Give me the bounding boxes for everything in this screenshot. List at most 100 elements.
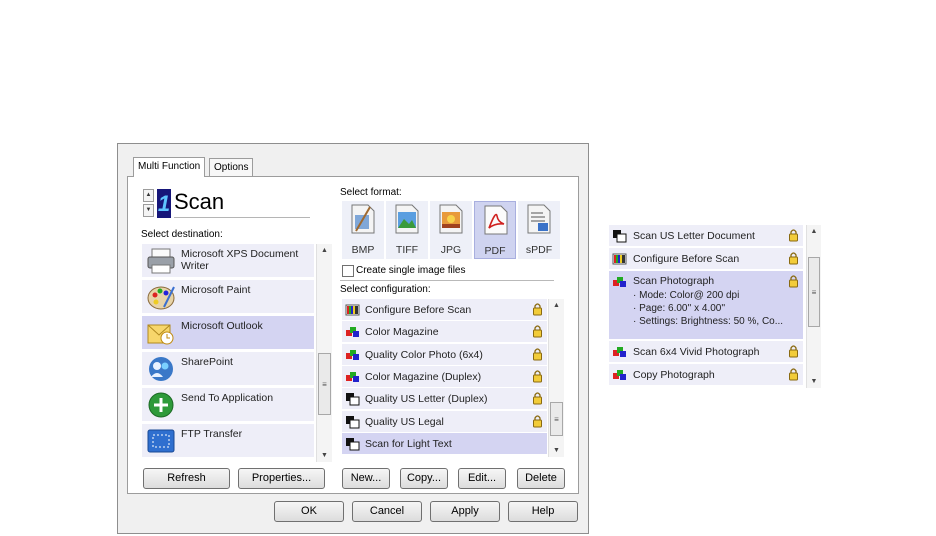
cancel-button[interactable]: Cancel [352,501,422,522]
list-item[interactable]: Send To Application [142,388,314,422]
format-label-text: TIFF [395,244,419,256]
list-item[interactable]: Color Magazine [342,321,547,344]
list-item-label: Quality US Letter (Duplex) [365,393,488,406]
scroll-down-arrow[interactable]: ▼ [549,447,564,454]
refresh-button[interactable]: Refresh [143,468,230,489]
tab-options[interactable]: Options [209,158,254,176]
format-label-text: PDF [484,245,506,257]
list-item-label: Copy Photograph [633,369,715,381]
list-item[interactable]: SharePoint [142,352,314,386]
configuration-list[interactable]: Configure Before Scan Color Magazine Quali… [342,299,564,457]
list-item-label: Microsoft XPS Document Writer [181,248,299,272]
format-label-text: sPDF [525,244,553,256]
list-item-label: Quality US Legal [365,415,444,428]
detail-scrollbar[interactable]: ▲ ≡ ▼ [806,225,821,388]
detail-settings: · Settings: Brightness: 50 %, Co... [633,316,784,327]
copy-config-button[interactable]: Copy... [400,468,448,489]
apply-button[interactable]: Apply [430,501,500,522]
list-item[interactable]: Scan for Light Text [342,432,547,455]
lock-icon [533,303,542,316]
list-item[interactable]: Quality US Letter (Duplex) [342,388,547,411]
destination-list[interactable]: Microsoft XPS Document Writer Microsoft … [142,244,332,462]
scroll-up-arrow[interactable]: ▲ [317,247,332,254]
format-label-text: BMP [351,244,375,256]
list-item[interactable]: Microsoft XPS Document Writer [142,244,314,278]
lock-icon [533,392,542,405]
lock-icon [789,345,798,358]
single-image-checkbox[interactable] [342,265,354,277]
format-jpg[interactable]: JPG [430,201,472,259]
expanded-config-label: Scan Photograph [633,275,715,287]
tiff-file-icon [395,204,419,234]
list-item-label: FTP Transfer [181,428,243,440]
list-item-label: Microsoft Paint [181,284,251,296]
list-item[interactable]: Configure Before Scan [342,299,547,321]
spin-down-button[interactable]: ▼ [143,204,154,217]
divider [340,280,554,281]
format-pdf[interactable]: PDF [474,201,516,259]
list-item-label: Scan for Light Text [365,437,452,450]
scroll-down-arrow[interactable]: ▼ [317,452,332,459]
jpg-file-icon [439,204,463,234]
list-item-label: Configure Before Scan [633,253,740,265]
color-config-icon [346,371,359,382]
button-number-display: 1 [157,189,171,218]
detail-mode: · Mode: Color@ 200 dpi [633,290,740,301]
list-item[interactable]: Color Magazine (Duplex) [342,365,547,388]
scroll-up-arrow[interactable]: ▲ [549,302,564,309]
tab-panel: ▲ ▼ 1 Scan Select destination: Microsoft… [127,176,579,494]
list-item[interactable]: Microsoft Outlook [142,316,314,350]
bw-config-icon [346,415,360,428]
sharepoint-icon [149,357,173,381]
help-button[interactable]: Help [508,501,578,522]
configuration-detail-list[interactable]: Scan US Letter Document Configure Before … [609,225,821,388]
scroll-thumb[interactable]: ≡ [550,402,563,436]
properties-button[interactable]: Properties... [238,468,325,489]
list-item[interactable]: Quality US Legal [342,410,547,433]
format-bmp[interactable]: BMP [342,201,384,259]
spin-up-button[interactable]: ▲ [143,189,154,202]
expanded-config-item[interactable]: Scan Photograph · Mode: Color@ 200 dpi ·… [609,271,803,340]
list-item[interactable]: Copy Photograph [609,364,803,386]
list-item[interactable]: Quality Color Photo (6x4) [342,343,547,366]
bw-config-icon [613,230,627,243]
scroll-thumb[interactable]: ≡ [808,257,820,327]
format-tiff[interactable]: TIFF [386,201,428,259]
list-item[interactable]: Microsoft Paint [142,280,314,314]
pdf-file-icon [484,205,508,235]
outlook-icon [147,324,174,345]
format-label: Select format: [340,187,402,198]
scan-button-name: Scan [174,187,310,218]
list-item[interactable]: Scan US Letter Document [609,225,803,247]
lock-icon [789,229,798,242]
destination-scrollbar[interactable]: ▲ ≡ ▼ [316,244,332,462]
scroll-thumb[interactable]: ≡ [318,353,331,415]
scroll-up-arrow[interactable]: ▲ [807,228,821,235]
tab-multi-function[interactable]: Multi Function [133,157,206,177]
delete-config-button[interactable]: Delete [517,468,565,489]
edit-config-button[interactable]: Edit... [458,468,506,489]
list-item-label: Configure Before Scan [365,304,472,316]
list-item[interactable]: FTP Transfer [142,424,314,458]
format-spdf[interactable]: sPDF [518,201,560,259]
configuration-label: Select configuration: [340,284,431,295]
configure-icon [345,304,360,316]
list-item-label: Color Magazine [365,326,439,339]
color-config-icon [613,370,626,380]
paint-palette-icon [147,286,175,310]
list-item[interactable]: Scan 6x4 Vivid Photograph [609,341,803,363]
color-config-icon [613,347,626,357]
detail-page: · Page: 6.00'' x 4.00'' [633,303,726,314]
ftp-icon [147,429,175,453]
bw-config-icon [346,437,360,451]
list-item-label: Microsoft Outlook [181,320,263,332]
properties-dialog: Multi Function Options ▲ ▼ 1 Scan Select… [117,143,589,534]
new-config-button[interactable]: New... [342,468,390,489]
list-item[interactable]: Configure Before Scan [609,248,803,270]
configuration-scrollbar[interactable]: ▲ ≡ ▼ [548,299,564,457]
ok-button[interactable]: OK [274,501,344,522]
color-config-icon [346,349,359,360]
lock-icon [533,347,542,361]
lock-icon [789,275,798,288]
scroll-down-arrow[interactable]: ▼ [807,378,821,385]
